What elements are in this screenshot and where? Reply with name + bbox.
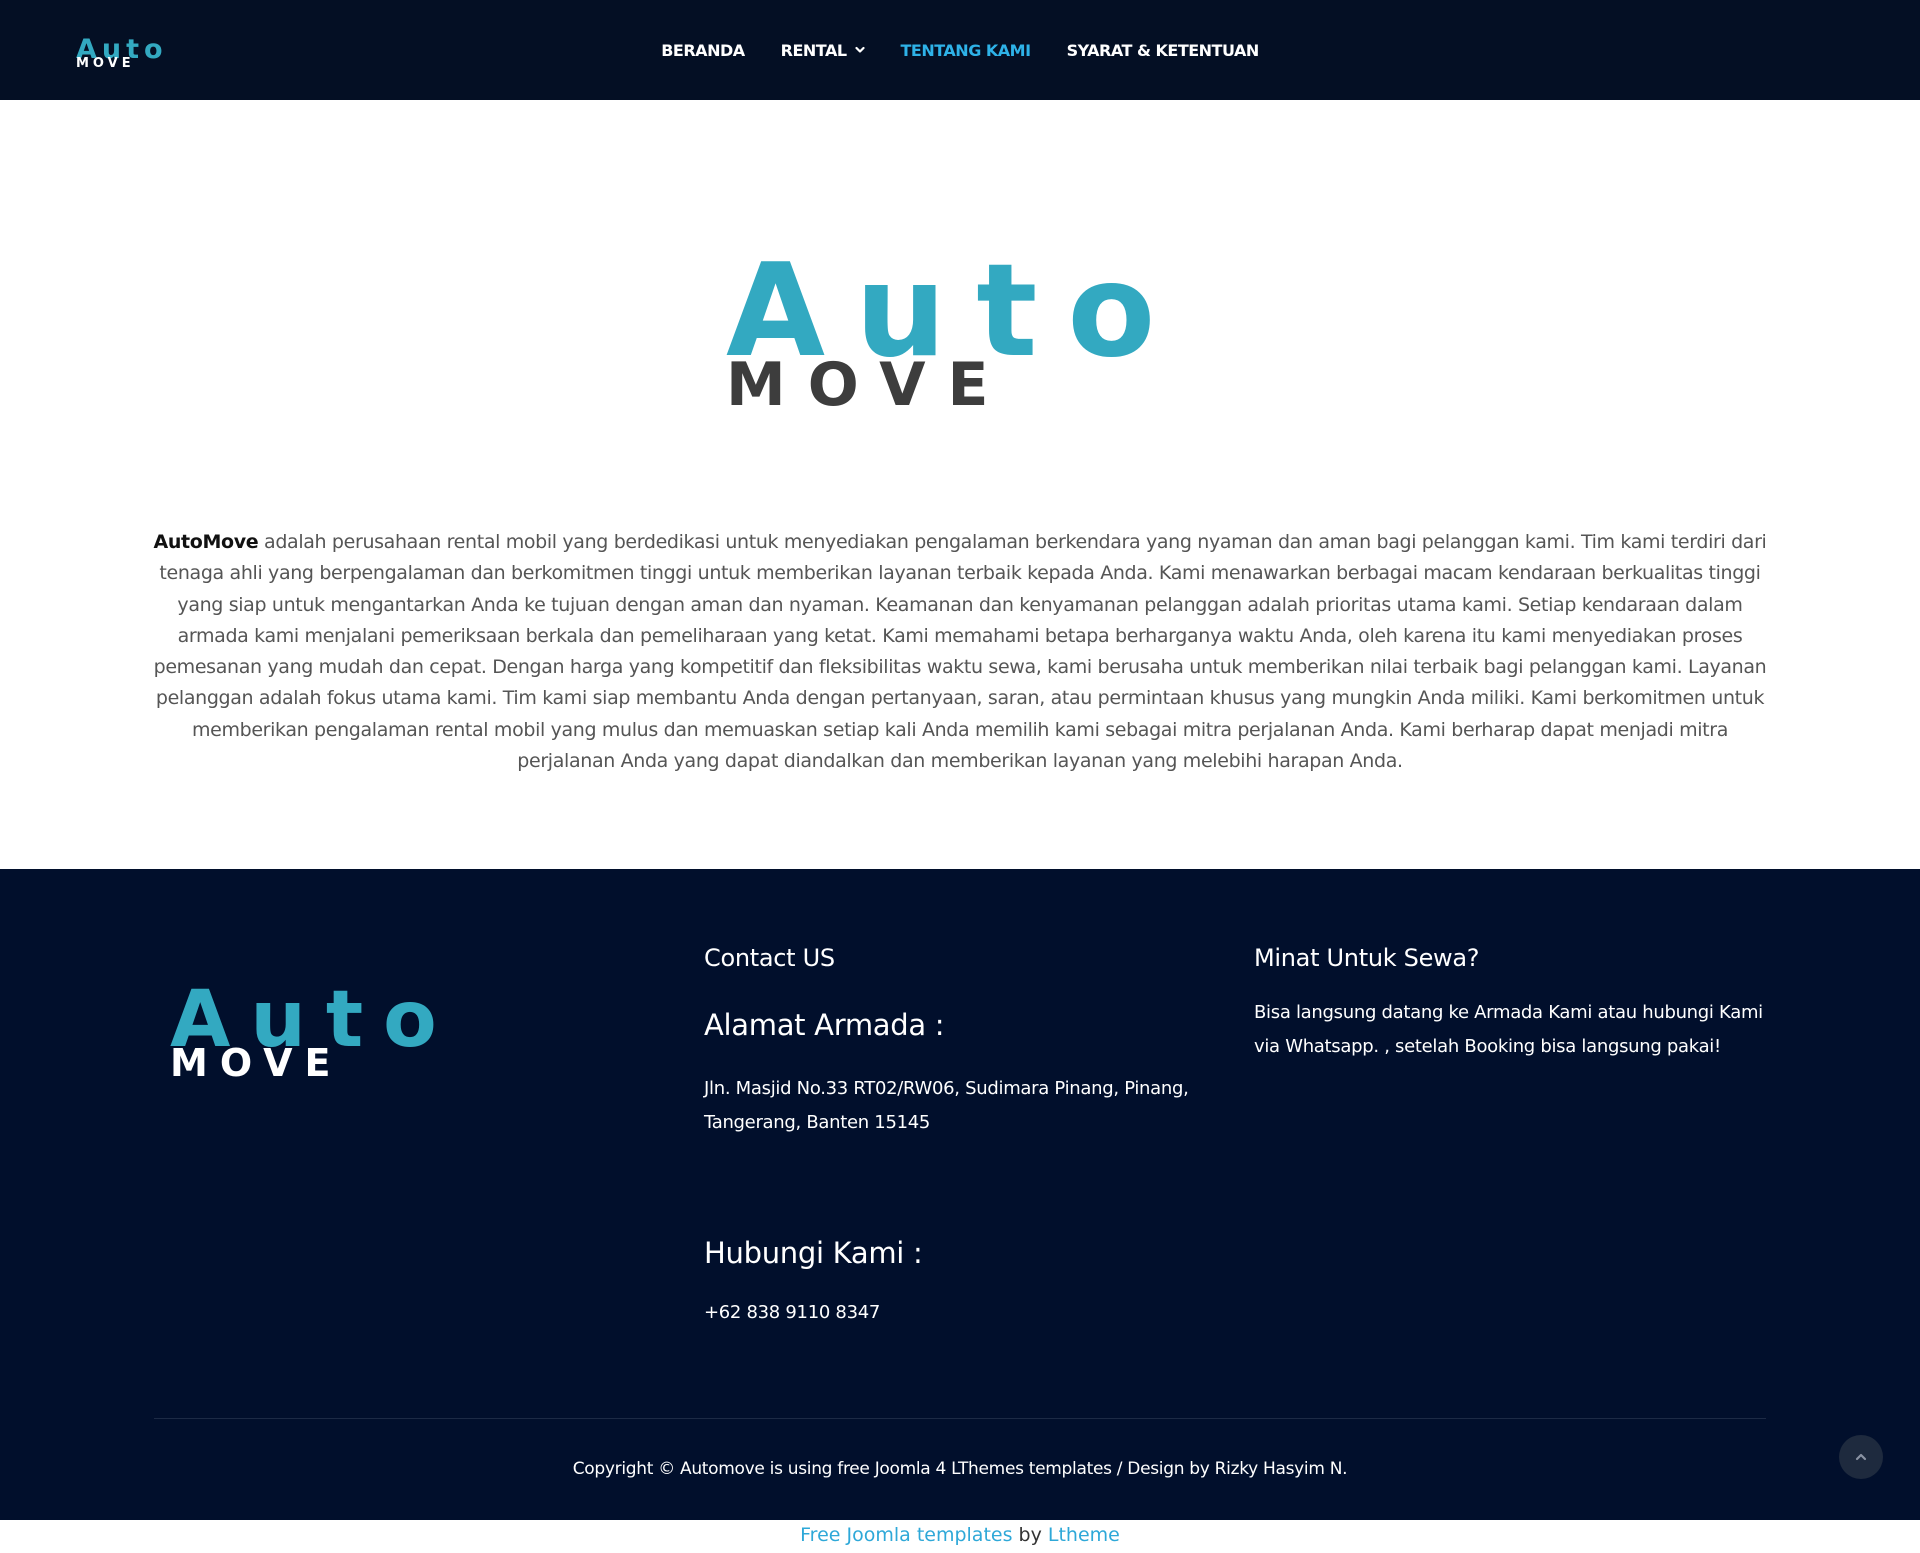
nav-item-label: SYARAT & KETENTUAN [1066, 40, 1260, 60]
free-joomla-templates-link[interactable]: Free Joomla templates [800, 1524, 1012, 1546]
address-heading: Alamat Armada : [704, 1008, 945, 1042]
address-text: Jln. Masjid No.33 RT02/RW06, Sudimara Pi… [704, 1078, 1189, 1133]
credits-bar: Free Joomla templates by Ltheme [0, 1524, 1920, 1546]
footer-contact-column: Contact US Alamat Armada : Jln. Masjid N… [704, 944, 1204, 1330]
nav-item-tentang-kami[interactable]: TENTANG KAMI [900, 40, 1032, 60]
site-header: Auto MOVE BERANDA RENTAL TENTANG KAMI SY… [0, 0, 1920, 100]
footer-rent-column: Minat Untuk Sewa? Bisa langsung datang k… [1254, 944, 1774, 1064]
nav-item-rental[interactable]: RENTAL [781, 41, 865, 60]
footer-logo-bottom: MOVE [170, 1041, 342, 1084]
hero-logo: Auto MOVE [726, 255, 1155, 410]
phone-number[interactable]: +62 838 9110 8347 [704, 1296, 1204, 1330]
credits-by: by [1012, 1524, 1048, 1546]
about-paragraph: AutoMove adalah perusahaan rental mobil … [150, 527, 1770, 777]
rent-text: Bisa langsung datang ke Armada Kami atau… [1254, 1002, 1763, 1057]
contact-title: Contact US [704, 944, 835, 972]
chevron-up-icon [1855, 1453, 1867, 1461]
footer-divider [154, 1418, 1766, 1419]
nav-item-label: BERANDA [661, 40, 745, 60]
main-nav: BERANDA RENTAL TENTANG KAMI SYARAT & KET… [0, 0, 1920, 100]
hero-logo-bottom: MOVE [726, 350, 1011, 410]
about-text: adalah perusahaan rental mobil yang berd… [153, 531, 1767, 773]
site-footer: Auto MOVE Contact US Alamat Armada : Jln… [0, 869, 1920, 1520]
copyright-text: Copyright © Automove is using free Jooml… [572, 1459, 1348, 1479]
phone-heading: Hubungi Kami : [704, 1236, 923, 1270]
ltheme-link[interactable]: Ltheme [1048, 1524, 1120, 1546]
rent-title: Minat Untuk Sewa? [1254, 944, 1480, 972]
footer-logo: Auto MOVE [170, 984, 437, 1084]
back-to-top-button[interactable] [1839, 1435, 1883, 1479]
nav-item-label: RENTAL [780, 40, 847, 60]
nav-item-beranda[interactable]: BERANDA [661, 40, 745, 60]
about-company-name: AutoMove [153, 531, 259, 553]
nav-item-syarat-ketentuan[interactable]: SYARAT & KETENTUAN [1066, 40, 1260, 60]
nav-item-label: TENTANG KAMI [900, 40, 1032, 60]
chevron-down-icon [854, 46, 865, 53]
